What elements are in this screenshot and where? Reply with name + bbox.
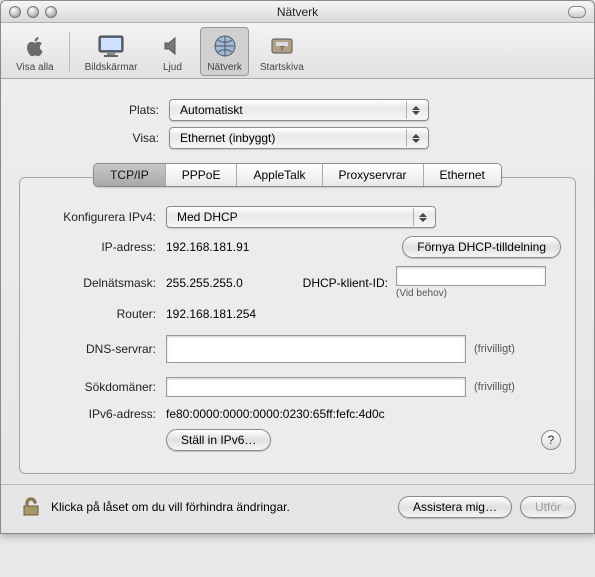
show-popup[interactable]: Ethernet (inbyggt) bbox=[169, 127, 429, 149]
search-domains-label: Sökdomäner: bbox=[34, 380, 166, 394]
location-popup[interactable]: Automatiskt bbox=[169, 99, 429, 121]
help-button[interactable]: ? bbox=[541, 430, 561, 450]
router-label: Router: bbox=[34, 307, 166, 321]
tab-ethernet[interactable]: Ethernet bbox=[424, 164, 501, 186]
subnet-mask-value: 255.255.255.0 bbox=[166, 276, 296, 290]
footer: Klicka på låset om du vill förhindra änd… bbox=[19, 495, 576, 519]
content-area: Plats: Automatiskt Visa: Ethernet (inbyg… bbox=[1, 79, 594, 533]
dhcp-client-id-label: DHCP-klient-ID: bbox=[296, 276, 396, 290]
toolbar-label: Visa alla bbox=[16, 62, 54, 73]
configure-ipv4-popup[interactable]: Med DHCP bbox=[166, 206, 436, 228]
toolbar-label: Startskiva bbox=[260, 62, 304, 73]
dhcp-client-id-hint: (Vid behov) bbox=[396, 288, 546, 299]
toolbar: Visa alla Bildskärmar Ljud Nätverk ? Sta bbox=[1, 23, 594, 79]
network-button[interactable]: Nätverk bbox=[200, 27, 248, 76]
lock-text: Klicka på låset om du vill förhindra änd… bbox=[51, 500, 390, 514]
dhcp-client-id-field[interactable] bbox=[396, 266, 546, 286]
tab-bar: TCP/IP PPPoE AppleTalk Proxyservrar Ethe… bbox=[93, 163, 502, 187]
location-value: Automatiskt bbox=[180, 103, 243, 117]
subnet-mask-label: Delnätsmask: bbox=[34, 276, 166, 290]
ipv6-address-value: fe80:0000:0000:0000:0230:65ff:fefc:4d0c bbox=[166, 407, 385, 421]
chevron-updown-icon bbox=[406, 101, 424, 119]
titlebar: Nätverk bbox=[1, 1, 594, 23]
toolbar-divider bbox=[69, 32, 70, 72]
configure-ipv4-label: Konfigurera IPv4: bbox=[34, 210, 166, 224]
configure-ipv6-button[interactable]: Ställ in IPv6… bbox=[166, 429, 271, 451]
display-icon bbox=[94, 30, 128, 62]
toolbar-label: Ljud bbox=[163, 62, 182, 73]
ipv6-address-label: IPv6-adress: bbox=[34, 407, 166, 421]
displays-button[interactable]: Bildskärmar bbox=[78, 27, 145, 76]
renew-dhcp-button[interactable]: Förnya DHCP-tilldelning bbox=[402, 236, 561, 258]
chevron-updown-icon bbox=[413, 208, 431, 226]
network-preferences-window: Nätverk Visa alla Bildskärmar Ljud bbox=[0, 0, 595, 534]
location-label: Plats: bbox=[19, 103, 169, 117]
separator bbox=[1, 484, 594, 485]
tab-proxies[interactable]: Proxyservrar bbox=[323, 164, 424, 186]
tcpip-panel: Konfigurera IPv4: Med DHCP IP-adress: 19… bbox=[19, 177, 576, 474]
configure-ipv4-value: Med DHCP bbox=[177, 210, 238, 224]
toolbar-toggle-button[interactable] bbox=[568, 6, 586, 18]
apply-button[interactable]: Utför bbox=[520, 496, 576, 518]
window-title: Nätverk bbox=[1, 5, 594, 19]
tab-appletalk[interactable]: AppleTalk bbox=[237, 164, 322, 186]
toolbar-label: Nätverk bbox=[207, 62, 241, 73]
ip-address-label: IP-adress: bbox=[34, 240, 166, 254]
tab-pppoe[interactable]: PPPoE bbox=[166, 164, 238, 186]
dns-optional-label: (frivilligt) bbox=[474, 343, 515, 355]
tab-tcpip[interactable]: TCP/IP bbox=[94, 164, 166, 186]
svg-text:?: ? bbox=[280, 46, 284, 53]
apple-icon bbox=[18, 30, 52, 62]
assist-me-button[interactable]: Assistera mig… bbox=[398, 496, 512, 518]
lock-icon[interactable] bbox=[19, 495, 43, 519]
router-value: 192.168.181.254 bbox=[166, 307, 256, 321]
chevron-updown-icon bbox=[406, 129, 424, 147]
search-optional-label: (frivilligt) bbox=[474, 381, 515, 393]
search-domains-field[interactable] bbox=[166, 377, 466, 397]
speaker-icon bbox=[155, 30, 189, 62]
dns-servers-label: DNS-servrar: bbox=[34, 342, 166, 356]
ip-address-value: 192.168.181.91 bbox=[166, 240, 402, 254]
dns-servers-field[interactable] bbox=[166, 335, 466, 363]
globe-icon bbox=[208, 30, 242, 62]
startup-disk-button[interactable]: ? Startskiva bbox=[253, 27, 311, 76]
show-label: Visa: bbox=[19, 131, 169, 145]
show-value: Ethernet (inbyggt) bbox=[180, 131, 275, 145]
sound-button[interactable]: Ljud bbox=[148, 27, 196, 76]
show-all-button[interactable]: Visa alla bbox=[9, 27, 61, 76]
disk-icon: ? bbox=[265, 30, 299, 62]
toolbar-label: Bildskärmar bbox=[85, 62, 138, 73]
